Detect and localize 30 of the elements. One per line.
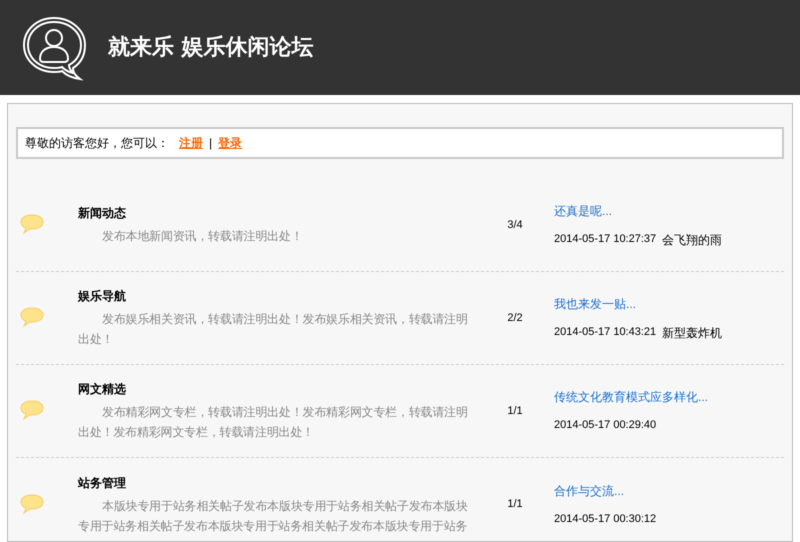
post-time: 2014-05-17 00:30:12 xyxy=(554,512,656,527)
speech-bubble-icon xyxy=(20,214,44,236)
last-post-link[interactable]: 传统文化教育模式应多样化... xyxy=(554,388,708,406)
last-post-link[interactable]: 还真是呢... xyxy=(554,202,722,220)
post-count: 3/4 xyxy=(507,218,523,233)
last-post-link[interactable]: 合作与交流... xyxy=(554,482,656,500)
post-count: 2/2 xyxy=(507,310,523,326)
last-post-link[interactable]: 我也来发一贴... xyxy=(554,294,722,312)
forum-title-link[interactable]: 新闻动态 xyxy=(78,204,478,222)
forum-title-link[interactable]: 网文精选 xyxy=(78,380,478,398)
greeting-text: 尊敬的访客您好，您可以： xyxy=(25,135,169,152)
post-count: 1/1 xyxy=(507,497,523,512)
speech-bubble-icon xyxy=(20,400,44,422)
speech-bubble-icon xyxy=(20,307,44,329)
post-time: 2014-05-17 00:29:40 xyxy=(554,418,656,434)
speech-bubble-icon xyxy=(20,494,44,516)
post-count: 1/1 xyxy=(507,404,523,419)
forum-description: 本版块专用于站务相关帖子发布本版块专用于站务相关帖子发布本版块专用于站务相关帖子发布本版块专用于站务相关帖子发布本版块专用于站务 xyxy=(78,498,469,534)
forum-title-link[interactable]: 站务管理 xyxy=(78,474,478,492)
post-time: 2014-05-17 10:43:21 xyxy=(554,324,656,340)
author-link[interactable]: 新型轰炸机 xyxy=(662,324,722,342)
author-link[interactable]: 会飞翔的雨 xyxy=(662,230,722,248)
forum-title-link[interactable]: 娱乐导航 xyxy=(78,287,478,305)
forum-description: 发布娱乐相关资讯，转载请注明出处！发布娱乐相关资讯，转载请注明出处！ xyxy=(78,311,469,348)
forum-description: 发布精彩网文专栏，转载请注明出处！发布精彩网文专栏，转载请注明出处！发布精彩网文专栏，转载请注明出处！ xyxy=(78,404,469,441)
separator-text: | xyxy=(209,135,212,152)
post-time: 2014-05-17 10:27:37 xyxy=(554,232,656,246)
chat-user-logo-icon xyxy=(21,14,87,80)
site-title: 就来乐 娱乐休闲论坛 xyxy=(108,33,314,62)
forum-description: 发布本地新闻资讯，转载请注明出处！ xyxy=(101,228,304,245)
